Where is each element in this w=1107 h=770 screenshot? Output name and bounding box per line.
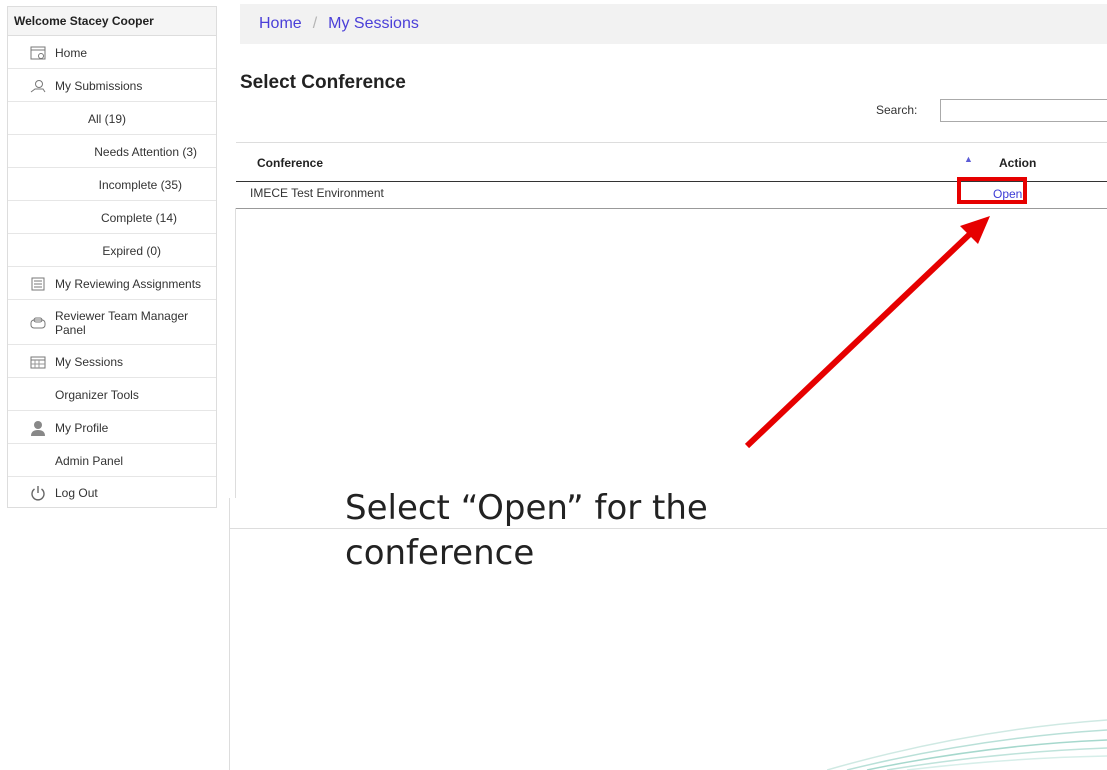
decorative-waves <box>827 719 1107 770</box>
annotation-arrow <box>744 216 990 449</box>
annotation-text: Select “Open” for the conference <box>345 488 708 573</box>
